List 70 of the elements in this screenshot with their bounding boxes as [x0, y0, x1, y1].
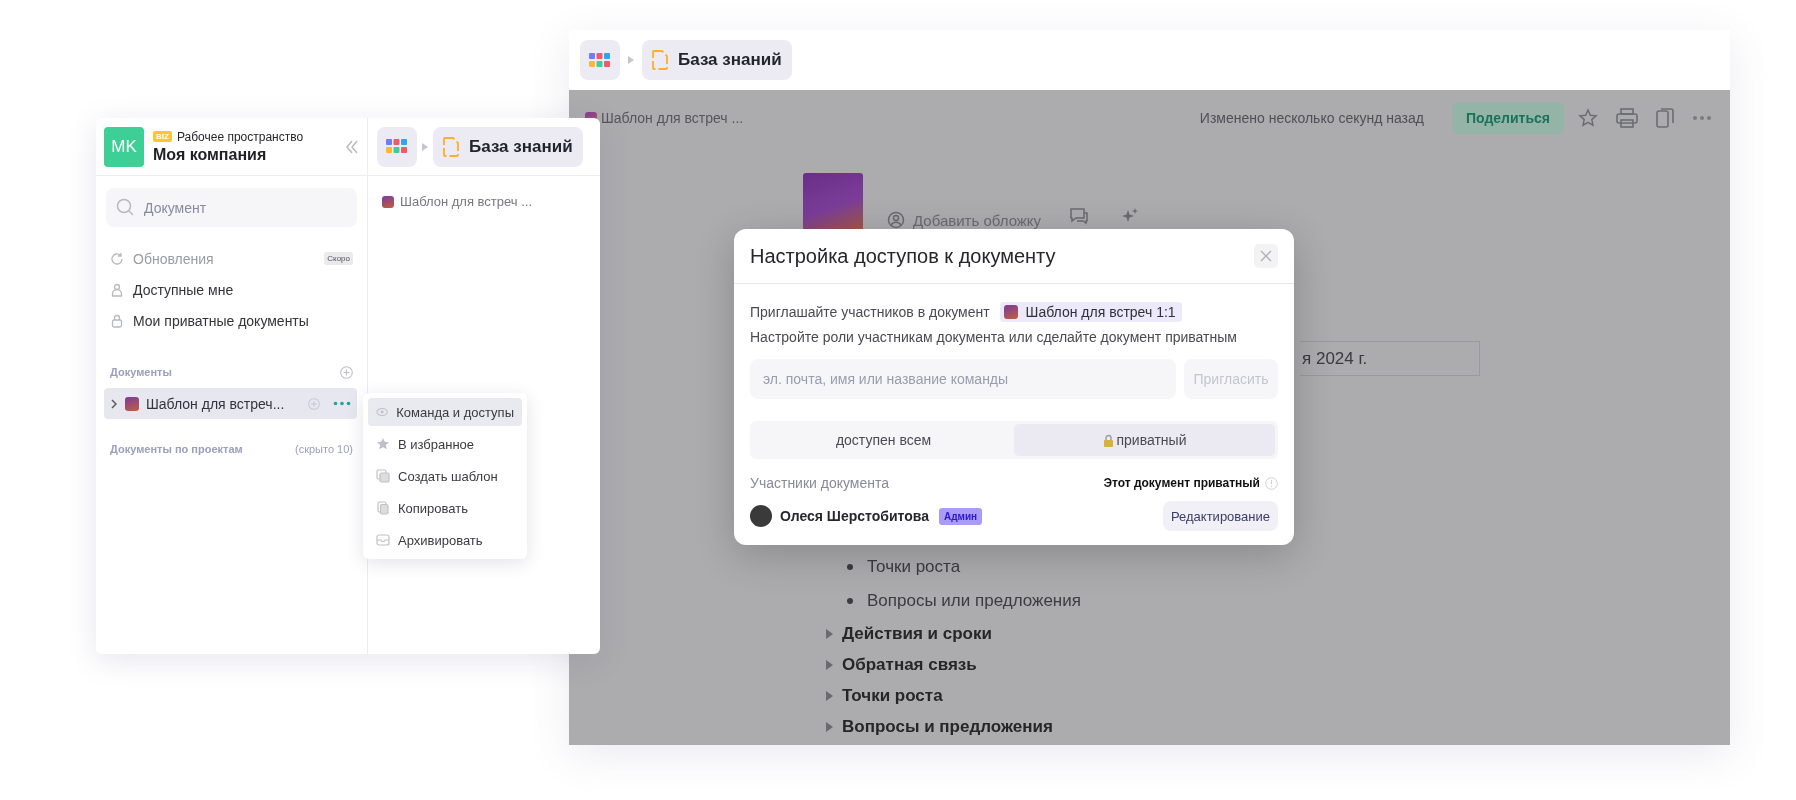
separator-caret-icon — [628, 56, 634, 64]
nav-item[interactable]: Доступные мне — [96, 274, 367, 305]
role-badge: Админ — [938, 507, 983, 525]
search-icon — [116, 198, 134, 216]
privacy-note: Этот документ приватный — [1103, 476, 1260, 490]
info-icon — [1265, 476, 1278, 490]
invite-text: Приглашайте участников в документ — [750, 304, 990, 320]
breadcrumb-button[interactable]: База знаний — [433, 126, 583, 167]
toggle-closed-icon[interactable] — [825, 659, 834, 670]
document-chip: Шаблон для встреч 1:1 — [999, 302, 1182, 322]
eye-icon — [376, 405, 389, 419]
page-icon — [652, 50, 668, 70]
separator-caret-icon — [422, 142, 428, 151]
chevron-right-icon[interactable] — [110, 398, 118, 409]
document-thumbnail — [125, 396, 139, 411]
date-field[interactable]: я 2024 г. — [1300, 341, 1480, 376]
bullet-dot-icon — [847, 564, 853, 570]
members-label: Участники документа — [750, 475, 890, 491]
page-icon — [443, 136, 459, 157]
plan-badge: BIZ — [153, 131, 172, 142]
section-title: Документы по проектам — [110, 443, 243, 455]
refresh-icon — [110, 251, 124, 266]
permission-button[interactable]: Редактирование — [1162, 501, 1278, 531]
add-icon[interactable] — [308, 397, 320, 410]
toggle-closed-icon[interactable] — [825, 690, 834, 701]
copy-icon — [376, 501, 390, 515]
lock-icon — [1102, 433, 1114, 447]
toggle-closed-icon[interactable] — [825, 628, 834, 639]
app-grid-icon — [386, 139, 408, 154]
apps-button[interactable] — [580, 40, 620, 80]
section-title: Документы — [110, 366, 172, 378]
close-icon — [1260, 250, 1272, 262]
collapse-icon[interactable] — [345, 139, 359, 154]
toggle-heading: Обратная связь — [842, 654, 977, 675]
more-icon[interactable] — [333, 401, 351, 406]
toggle-heading: Действия и сроки — [842, 623, 992, 644]
member-name: Олеся Шерстобитова — [780, 508, 929, 524]
workspace-label: Рабочее пространство — [176, 129, 304, 144]
workspace-name: Моя компания — [153, 145, 268, 164]
dialog-title: Настройка доступов к документу — [750, 244, 1056, 268]
soon-badge: Скоро — [324, 252, 353, 265]
edit-status: Изменено несколько секунд назад — [1199, 110, 1424, 126]
lock-icon — [110, 313, 124, 328]
bullet-dot-icon — [847, 598, 853, 604]
close-button[interactable] — [1254, 244, 1278, 268]
page-link[interactable]: Шаблон для встреч ... — [382, 194, 600, 209]
avatar — [750, 505, 772, 527]
archive-icon — [376, 533, 390, 547]
breadcrumb-button[interactable]: База знаний — [642, 40, 792, 80]
toggle-heading: Вопросы и предложения — [842, 716, 1053, 737]
document-title: Шаблон для встреч ... — [601, 110, 744, 126]
menu-item[interactable]: Команда и доступы — [368, 398, 522, 426]
hidden-count: (скрыто 10) — [295, 443, 353, 455]
access-option[interactable]: доступен всем — [753, 424, 1014, 456]
star-icon — [376, 437, 390, 451]
add-icon[interactable] — [340, 365, 353, 379]
search-field[interactable]: Документ — [106, 188, 357, 227]
bullet-item: Вопросы или предложения — [867, 590, 1081, 612]
app-grid-icon — [589, 52, 611, 68]
bullet-item: Точки роста — [867, 556, 961, 578]
document-row[interactable]: Шаблон для встреч... — [104, 388, 357, 419]
nav-item[interactable]: Мои приватные документы — [96, 305, 367, 336]
document-label: Шаблон для встреч... — [146, 395, 286, 412]
apps-button[interactable] — [377, 126, 417, 167]
toggle-closed-icon[interactable] — [825, 721, 834, 732]
person-icon — [110, 282, 124, 297]
hint-text: Настройте роли участникам документа или сделайте документ приватным — [750, 329, 1238, 345]
invite-input[interactable]: эл. почта, имя или название команды — [750, 359, 1176, 399]
access-option[interactable]: приватный — [1014, 424, 1275, 456]
toggle-heading: Точки роста — [842, 685, 943, 706]
